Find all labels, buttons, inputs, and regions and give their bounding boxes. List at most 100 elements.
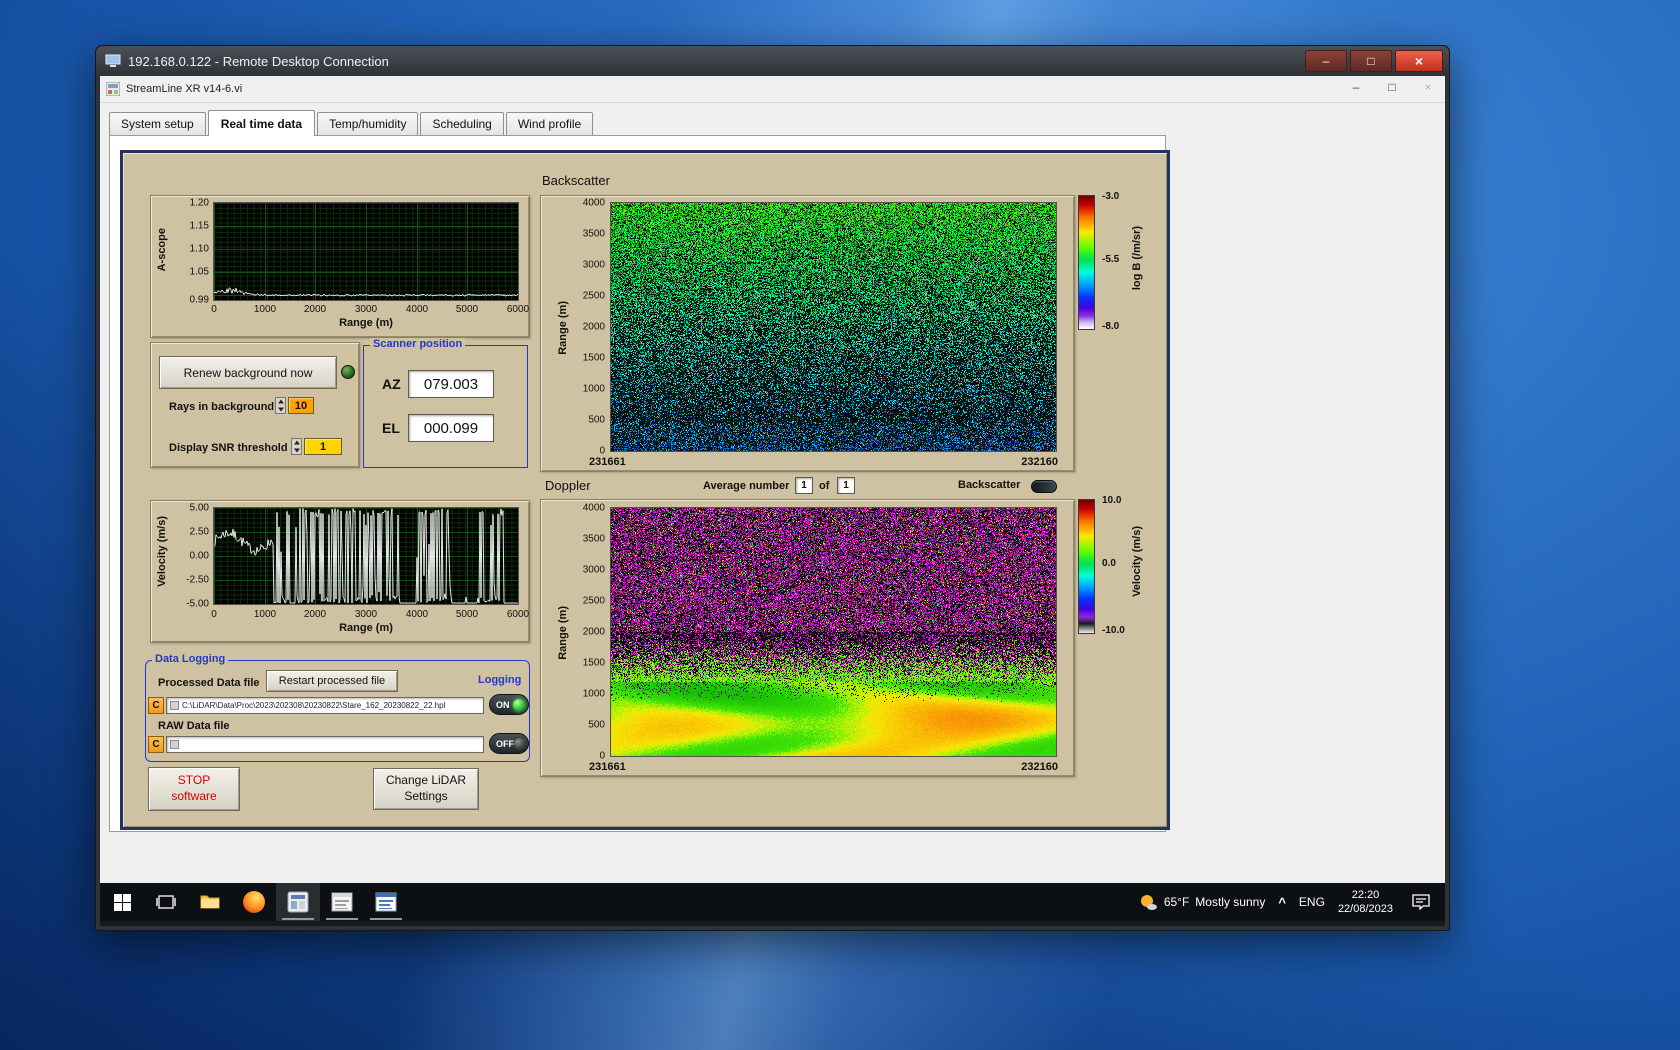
rays-in-background-label: Rays in background <box>169 401 275 413</box>
backscatter-colorbar-gradient <box>1078 195 1095 330</box>
ascope-graph: A-scope 1.20 1.15 1.10 1.05 0.99 0 1000 … <box>150 195 530 338</box>
language-indicator[interactable]: ENG <box>1299 895 1325 909</box>
rdp-titlebar[interactable]: 192.168.0.122 - Remote Desktop Connectio… <box>96 46 1449 76</box>
action-center-icon <box>1412 894 1430 910</box>
tab-wind-profile[interactable]: Wind profile <box>505 112 594 135</box>
ascope-xtick: 3000 <box>354 304 378 315</box>
backscatter-heatmap[interactable] <box>610 202 1057 452</box>
start-button[interactable] <box>100 883 144 921</box>
rdp-title: 192.168.0.122 - Remote Desktop Connectio… <box>128 53 389 69</box>
az-field[interactable]: 079.003 <box>408 370 494 398</box>
rdp-maximize-button[interactable]: □ <box>1350 50 1392 72</box>
doppler-ytick: 4000 <box>582 502 605 514</box>
app-maximize-button[interactable]: □ <box>1381 80 1403 94</box>
task-view-icon <box>156 895 176 909</box>
tab-real-time-data[interactable]: Real time data <box>207 110 316 136</box>
lidar-front-panel: Backscatter Doppler A-scope 1.20 1.15 1.… <box>120 150 1170 830</box>
stop-software-button[interactable]: STOP software <box>148 767 240 811</box>
app-close-button[interactable]: × <box>1417 80 1439 94</box>
processed-drive-selector[interactable]: C <box>148 697 164 714</box>
rays-value-box[interactable]: 10 <box>288 397 314 414</box>
backscatter-ytick: 1000 <box>582 383 605 395</box>
browse-icon[interactable] <box>170 701 179 710</box>
tab-page-real-time-data: Backscatter Doppler A-scope 1.20 1.15 1.… <box>109 135 1170 832</box>
raw-drive-selector[interactable]: C <box>148 736 164 753</box>
backscatter-display-toggle[interactable] <box>1031 480 1057 493</box>
ascope-xtick: 4000 <box>405 304 429 315</box>
change-lidar-settings-button[interactable]: Change LiDAR Settings <box>373 768 479 810</box>
taskbar-weather[interactable]: 65°F Mostly sunny <box>1138 892 1265 912</box>
velocity-xtick: 3000 <box>354 609 378 620</box>
ascope-plot[interactable] <box>213 202 519 301</box>
doppler-ytick: 500 <box>588 719 605 731</box>
velocity-xtick: 1000 <box>253 609 277 620</box>
on-lamp <box>513 698 525 711</box>
windows-logo-icon <box>113 893 131 911</box>
processed-path-field[interactable]: C:\LiDAR\Data\Proc\2023\202308\20230822\… <box>166 697 484 714</box>
logging-label: Logging <box>478 674 522 686</box>
file-explorer-button[interactable] <box>188 883 232 921</box>
taskbar-clock[interactable]: 22:20 22/08/2023 <box>1338 888 1393 917</box>
ascope-xtick: 1000 <box>253 304 277 315</box>
doppler-heatmap[interactable] <box>610 507 1057 757</box>
remote-session: StreamLine XR v14-6.vi – □ × System setu… <box>100 76 1445 926</box>
velocity-plot[interactable] <box>213 507 519 605</box>
velocity-ytick: 5.00 <box>189 502 209 514</box>
action-center-button[interactable] <box>1406 883 1436 921</box>
ascope-xtick: 0 <box>211 304 217 315</box>
restart-processed-file-button[interactable]: Restart processed file <box>266 670 398 692</box>
background-led <box>341 365 355 379</box>
tab-strip: System setup Real time data Temp/humidit… <box>100 102 1445 136</box>
streamline-app-icon <box>287 891 309 913</box>
app-minimize-button[interactable]: – <box>1345 80 1367 94</box>
app-titlebar[interactable]: StreamLine XR v14-6.vi – □ × <box>100 76 1445 103</box>
el-field[interactable]: 000.099 <box>408 414 494 442</box>
taskbar-app-scan-scheduler[interactable] <box>320 883 364 921</box>
tab-scheduling[interactable]: Scheduling <box>420 112 504 135</box>
velocity-y-axis-label: Velocity (m/s) <box>156 516 168 587</box>
rdp-close-button[interactable]: × <box>1395 50 1443 72</box>
taskbar-app-streamline[interactable] <box>276 883 320 921</box>
processed-logging-toggle[interactable]: ON <box>489 694 529 715</box>
of-label: of <box>819 480 830 492</box>
backscatter-ytick: 3000 <box>582 259 605 271</box>
taskbar-app-document[interactable] <box>364 883 408 921</box>
desktop: 192.168.0.122 - Remote Desktop Connectio… <box>0 0 1680 1050</box>
backscatter-ytick: 1500 <box>582 352 605 364</box>
ascope-xtick: 5000 <box>455 304 479 315</box>
rdp-minimize-button[interactable]: – <box>1305 50 1347 72</box>
task-view-button[interactable] <box>144 883 188 921</box>
snr-value-box[interactable]: 1 <box>304 438 342 455</box>
average-number-label: Average number <box>703 480 790 492</box>
firefox-button[interactable] <box>232 883 276 921</box>
snr-spinner[interactable] <box>291 438 302 455</box>
tab-temp-humidity[interactable]: Temp/humidity <box>317 112 419 135</box>
doppler-colorbar-label: Velocity (m/s) <box>1131 526 1143 597</box>
processed-data-file-label: Processed Data file <box>158 677 260 689</box>
doppler-ytick: 1500 <box>582 657 605 669</box>
velocity-graph: Velocity (m/s) 5.00 2.50 0.00 -2.50 -5.0… <box>150 500 530 643</box>
average-of-field[interactable]: 1 <box>837 477 855 494</box>
raw-logging-toggle[interactable]: OFF <box>489 733 529 754</box>
app-icon <box>106 82 120 96</box>
document-app-icon <box>375 892 397 912</box>
app-title: StreamLine XR v14-6.vi <box>126 83 243 95</box>
rays-spinner[interactable] <box>275 397 286 414</box>
data-logging-group: Data Logging Processed Data file Restart… <box>145 653 530 762</box>
ascope-ytick: 1.05 <box>189 266 209 278</box>
ascope-xtick: 2000 <box>303 304 327 315</box>
background-controls: Renew background now Rays in background … <box>150 342 360 468</box>
average-number-field[interactable]: 1 <box>795 477 813 494</box>
renew-background-button[interactable]: Renew background now <box>159 356 337 389</box>
off-lamp <box>514 737 525 750</box>
tab-system-setup[interactable]: System setup <box>109 112 206 135</box>
raw-path-field[interactable] <box>166 736 484 753</box>
browse-icon[interactable] <box>170 740 179 749</box>
tray-chevron[interactable]: ^ <box>1278 895 1286 910</box>
ascope-xtick: 6000 <box>506 304 530 315</box>
data-logging-title: Data Logging <box>152 653 229 665</box>
weather-temp: 65°F <box>1163 895 1190 909</box>
rdp-window: 192.168.0.122 - Remote Desktop Connectio… <box>95 45 1450 931</box>
doppler-colorbar-gradient <box>1078 499 1095 634</box>
colorbar-tick: 10.0 <box>1102 495 1122 506</box>
